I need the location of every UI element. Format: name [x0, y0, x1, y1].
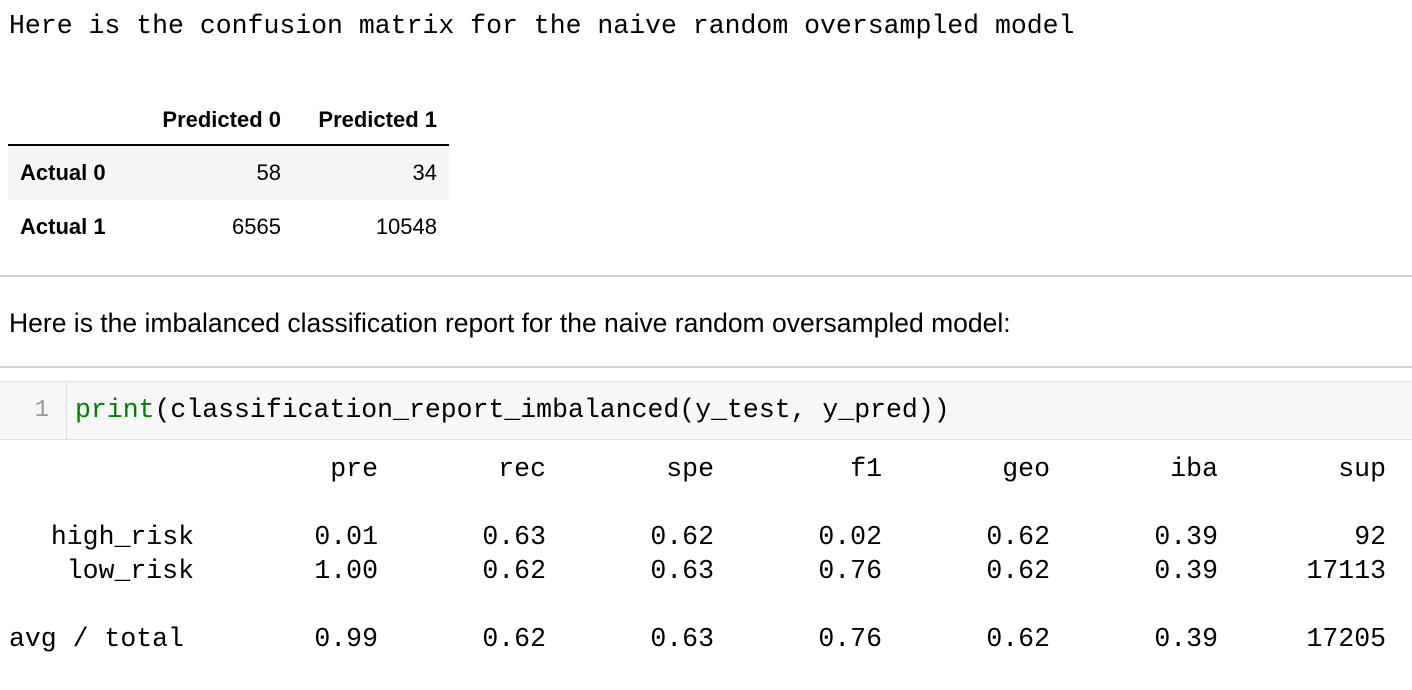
report-value: 0.76 [818, 556, 882, 586]
code-keyword: print [75, 395, 155, 425]
table-row: Actual 1 6565 10548 [8, 200, 449, 254]
column-header: spe [666, 454, 714, 484]
column-header: sup [1338, 454, 1386, 484]
report-value: 0.02 [818, 522, 882, 552]
report-value: 1.00 [314, 556, 378, 586]
report-value: 0.39 [1154, 522, 1218, 552]
report-value: 92 [1354, 522, 1386, 552]
column-header: pre [330, 454, 378, 484]
report-value: 17113 [1306, 556, 1386, 586]
table-row: Actual 0 58 34 [8, 145, 449, 200]
corner-cell [8, 96, 138, 146]
code-cell[interactable]: 1 print(classification_report_imbalanced… [0, 381, 1412, 440]
table-cell: 10548 [375, 214, 437, 239]
column-header: iba [1170, 454, 1218, 484]
report-value: 0.62 [650, 522, 714, 552]
report-value: 0.39 [1154, 624, 1218, 654]
report-value: 0.39 [1154, 556, 1218, 586]
report-value: 0.63 [482, 522, 546, 552]
report-total-row: avg / total 0.99 0.62 0.63 0.76 0.62 0.3… [0, 622, 1412, 656]
row-label: low_risk [66, 556, 194, 586]
table-cell: 58 [256, 160, 281, 185]
report-value: 0.99 [314, 624, 378, 654]
table-cell: 6565 [232, 214, 281, 239]
report-value: 0.62 [482, 624, 546, 654]
report-row: low_risk 1.00 0.62 0.63 0.76 0.62 0.39 1… [0, 554, 1412, 588]
line-number: 1 [0, 382, 67, 439]
report-value: 0.76 [818, 624, 882, 654]
markdown-text: Here is the imbalanced classification re… [9, 308, 1011, 338]
report-header-row: pre rec spe f1 geo iba sup [0, 452, 1412, 486]
report-value: 0.63 [650, 556, 714, 586]
code-editor[interactable]: print(classification_report_imbalanced(y… [75, 382, 950, 439]
table-header-row: Predicted 0 Predicted 1 [8, 96, 449, 146]
report-value: 0.62 [986, 624, 1050, 654]
intro-output-text: Here is the confusion matrix for the nai… [9, 11, 1075, 41]
confusion-matrix-table: Predicted 0 Predicted 1 Actual 0 58 34 A… [8, 96, 449, 254]
code-text: (classification_report_imbalanced(y_test… [154, 395, 950, 425]
column-header: geo [1002, 454, 1050, 484]
row-header: Actual 1 [20, 214, 106, 239]
report-value: 0.62 [482, 556, 546, 586]
report-value: 17205 [1306, 624, 1386, 654]
column-header: Predicted 1 [293, 96, 449, 146]
report-row: high_risk 0.01 0.63 0.62 0.02 0.62 0.39 … [0, 520, 1412, 554]
row-label: avg / total [9, 624, 184, 654]
column-header: f1 [850, 454, 882, 484]
report-value: 0.63 [650, 624, 714, 654]
report-value: 0.01 [314, 522, 378, 552]
divider [0, 275, 1412, 277]
column-header: Predicted 0 [138, 96, 293, 146]
column-header: rec [498, 454, 546, 484]
table-cell: 34 [412, 160, 437, 185]
row-label: high_risk [50, 522, 194, 552]
report-value: 0.62 [986, 556, 1050, 586]
divider [0, 366, 1412, 368]
row-header: Actual 0 [20, 160, 106, 185]
report-value: 0.62 [986, 522, 1050, 552]
